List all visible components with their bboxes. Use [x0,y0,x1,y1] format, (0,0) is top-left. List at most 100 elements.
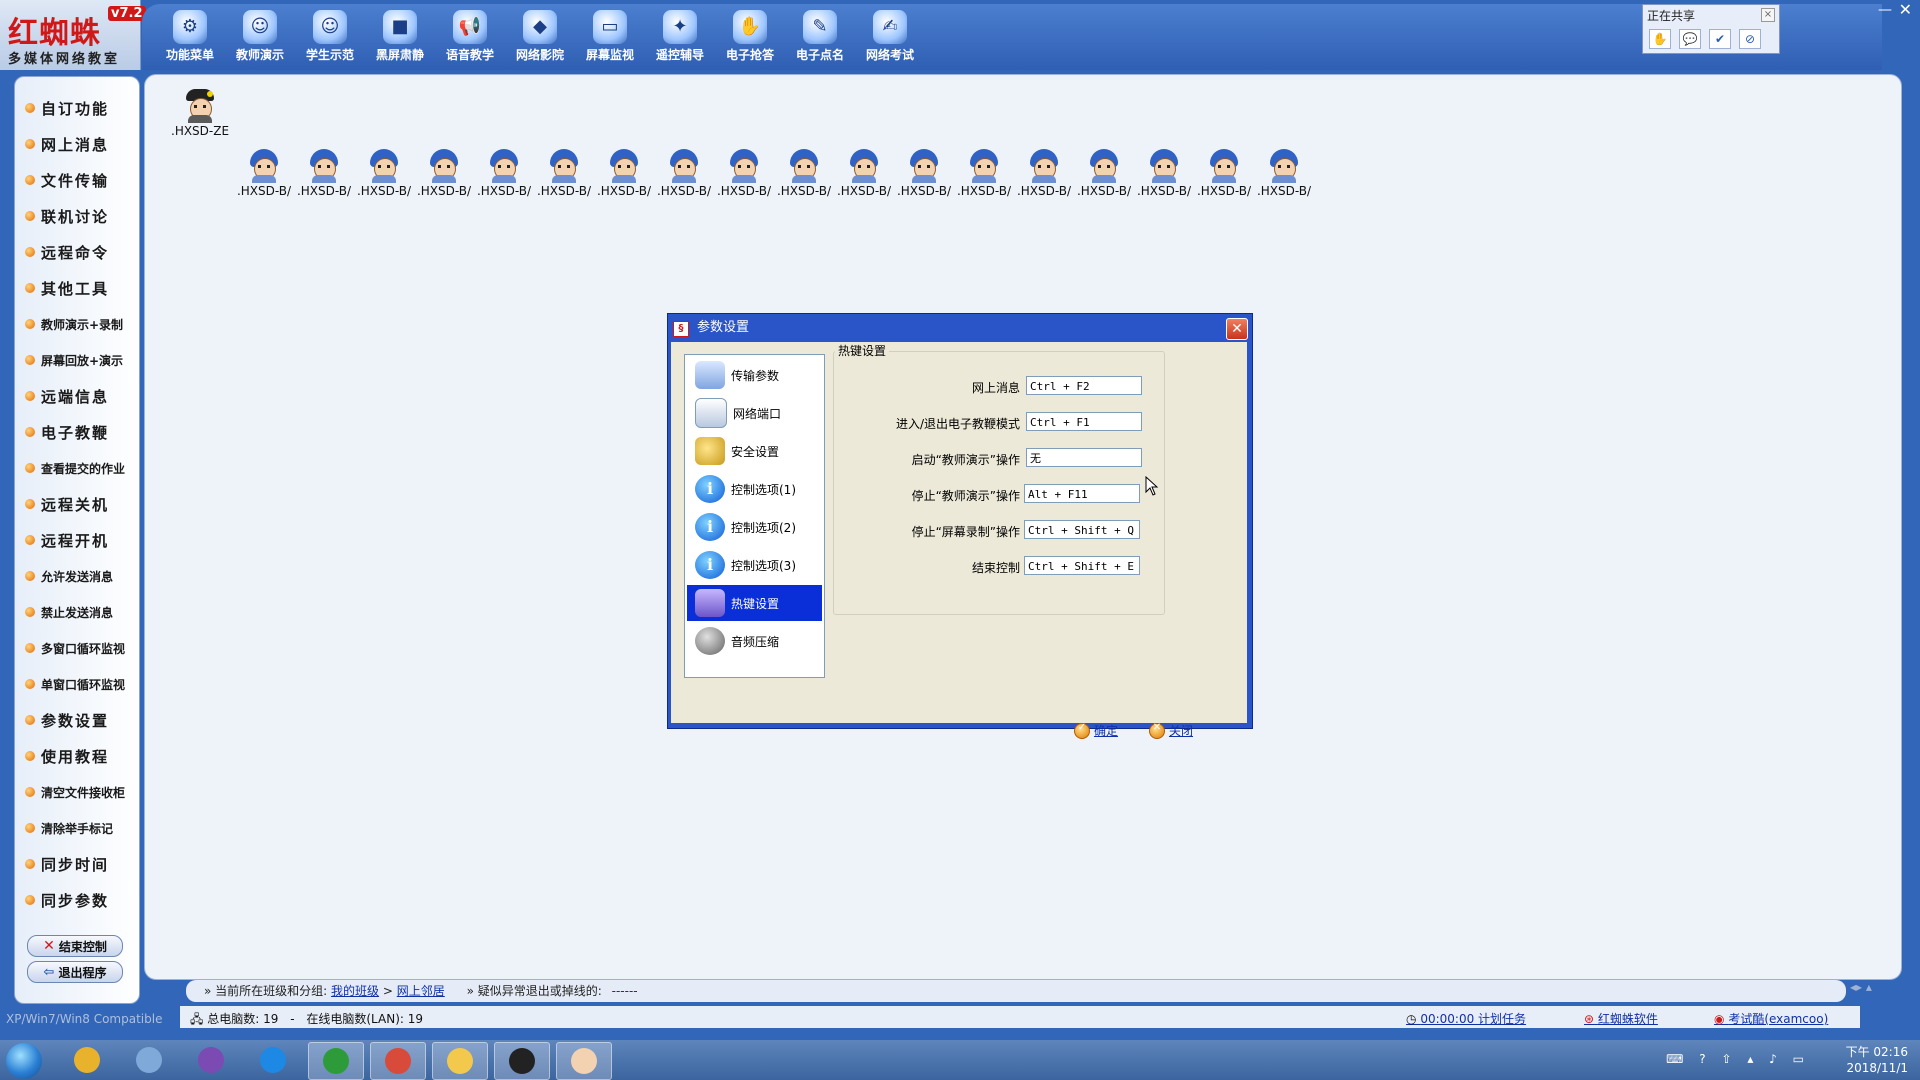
sidebar-item-13[interactable]: 允许发送消息 [25,561,137,591]
nav-item-6[interactable]: 热键设置 [687,585,822,621]
chat-icon[interactable]: 💬 [1679,29,1701,49]
student-computer[interactable]: .HXSD-B/ [895,149,953,198]
my-class-link[interactable]: 我的班级 [331,984,379,998]
student-computer[interactable]: .HXSD-B/ [1075,149,1133,198]
close-button[interactable]: ✕ [1899,0,1912,19]
student-computer[interactable]: .HXSD-B/ [1015,149,1073,198]
sidebar-item-20[interactable]: 清除举手标记 [25,813,137,843]
student-computer[interactable]: .HXSD-B/ [1135,149,1193,198]
dialog-titlebar[interactable]: § 参数设置 ✕ [668,314,1252,342]
schedule-link[interactable]: ◷ 00:00:00 计划任务 [1406,1010,1526,1027]
sidebar-item-15[interactable]: 多窗口循环监视 [25,633,137,663]
sidebar-item-10[interactable]: 查看提交的作业 [25,453,137,483]
hotkey-input[interactable]: Ctrl + F2 [1026,376,1142,395]
clock[interactable]: 下午 02:16 2018/11/1 [1846,1044,1908,1076]
toolbar-button-5[interactable]: ◆ 网络影院 [506,10,574,68]
nav-item-1[interactable]: 网络端口 [687,395,822,431]
folder-app[interactable] [432,1042,488,1080]
unreal-app[interactable] [494,1042,550,1080]
toolbar-button-6[interactable]: ▭ 屏幕监视 [576,10,644,68]
student-computer[interactable]: .HXSD-B/ [475,149,533,198]
toolbar-button-0[interactable]: ⚙ 功能菜单 [156,10,224,68]
hand-icon[interactable]: ✋ [1649,29,1671,49]
sidebar-item-22[interactable]: 同步参数 [25,885,137,915]
bullet-icon [25,895,35,905]
toolbar-button-4[interactable]: 📢 语音教学 [436,10,504,68]
start-button[interactable] [6,1043,42,1079]
student-computer[interactable]: .HXSD-B/ [235,149,293,198]
wave-app[interactable] [308,1042,364,1080]
toolbar-button-3[interactable]: ■ 黑屏肃静 [366,10,434,68]
sidebar-item-5[interactable]: 其他工具 [25,273,137,303]
sidebar-item-9[interactable]: 电子教鞭 [25,417,137,447]
toolbar-button-2[interactable]: ☺ 学生示范 [296,10,364,68]
chrome-app[interactable] [60,1042,114,1078]
student-computer[interactable]: .HXSD-B/ [355,149,413,198]
redspider-software-link[interactable]: ⊛ 红蜘蛛软件 [1584,1010,1658,1027]
toolbar-button-10[interactable]: ✍ 网络考试 [856,10,924,68]
sidebar-item-8[interactable]: 远端信息 [25,381,137,411]
chrome-app-2[interactable] [370,1042,426,1080]
hotkey-input[interactable]: Ctrl + Shift + E [1024,556,1140,575]
hotkey-input[interactable]: Ctrl + F1 [1026,412,1142,431]
maps-app[interactable] [246,1042,300,1078]
student-computer[interactable]: .HXSD-B/ [415,149,473,198]
sidebar-item-6[interactable]: 教师演示+录制 [25,309,137,339]
sidebar-item-0[interactable]: 自订功能 [25,93,137,123]
toolbar-button-9[interactable]: ✎ 电子点名 [786,10,854,68]
sidebar-item-12[interactable]: 远程开机 [25,525,137,555]
sidebar-item-2[interactable]: 文件传输 [25,165,137,195]
nav-item-5[interactable]: i 控制选项(3) [687,547,822,583]
toolbar-button-1[interactable]: ☺ 教师演示 [226,10,294,68]
nav-item-3[interactable]: i 控制选项(1) [687,471,822,507]
sharing-close-icon[interactable]: × [1761,8,1775,22]
student-computer[interactable]: .HXSD-B/ [595,149,653,198]
nav-item-4[interactable]: i 控制选项(2) [687,509,822,545]
dialog-close-button[interactable]: ✕ [1226,318,1248,340]
exit-program-button[interactable]: ⇦ 退出程序 [27,961,123,983]
ok-button[interactable]: ✓ 确定 [1074,722,1118,739]
sidebar-item-16[interactable]: 单窗口循环监视 [25,669,137,699]
visual-studio-app[interactable] [184,1042,238,1078]
sidebar-item-18[interactable]: 使用教程 [25,741,137,771]
sidebar-item-4[interactable]: 远程命令 [25,237,137,267]
nav-item-0[interactable]: 传输参数 [687,357,822,393]
student-computer[interactable]: .HXSD-B/ [715,149,773,198]
scroll-arrows-icon[interactable]: ◂▸ ▴ [1850,980,1872,994]
student-computer[interactable]: .HXSD-B/ [655,149,713,198]
toolbar-button-8[interactable]: ✋ 电子抢答 [716,10,784,68]
toolbar-label: 学生示范 [305,48,354,62]
toolbar-button-7[interactable]: ✦ 遥控辅导 [646,10,714,68]
student-computer[interactable]: .HXSD-B/ [955,149,1013,198]
end-control-button[interactable]: ✕ 结束控制 [27,935,123,957]
sidebar-item-1[interactable]: 网上消息 [25,129,137,159]
network-neighborhood-link[interactable]: 网上邻居 [397,984,445,998]
block-icon[interactable]: ⊘ [1739,29,1761,49]
sidebar-item-17[interactable]: 参数设置 [25,705,137,735]
sidebar-item-7[interactable]: 屏幕回放+演示 [25,345,137,375]
sidebar-item-14[interactable]: 禁止发送消息 [25,597,137,627]
student-computer[interactable]: .HXSD-B/ [535,149,593,198]
student-computer[interactable]: .HXSD-B/ [295,149,353,198]
minimize-button[interactable]: — [1878,2,1892,18]
sidebar-item-19[interactable]: 清空文件接收柜 [25,777,137,807]
teacher-computer[interactable]: .HXSD-ZEF [171,89,229,138]
sidebar-item-3[interactable]: 联机讨论 [25,201,137,231]
student-computer[interactable]: .HXSD-B/ [775,149,833,198]
hotkey-input[interactable]: Ctrl + Shift + Q [1024,520,1140,539]
student-computer[interactable]: .HXSD-B/ [1195,149,1253,198]
sidebar-item-11[interactable]: 远程关机 [25,489,137,519]
check-icon[interactable]: ✔ [1709,29,1731,49]
close-dialog-button[interactable]: ✕ 关闭 [1149,722,1193,739]
nav-item-7[interactable]: 音频压缩 [687,623,822,659]
hotkey-input[interactable]: Alt + F11 [1024,484,1140,503]
sidebar-item-21[interactable]: 同步时间 [25,849,137,879]
redspider-app[interactable] [556,1042,612,1080]
tray-icons[interactable]: ⌨ ? ⇧ ▴ ♪ ▭ [1666,1052,1810,1066]
nav-item-2[interactable]: 安全设置 [687,433,822,469]
student-computer[interactable]: .HXSD-B/ [835,149,893,198]
student-computer[interactable]: .HXSD-B/ [1255,149,1313,198]
explorer-app[interactable] [122,1042,176,1078]
examcoo-link[interactable]: ◉ 考试酷(examcoo) [1714,1010,1828,1027]
hotkey-input[interactable]: 无 [1026,448,1142,467]
